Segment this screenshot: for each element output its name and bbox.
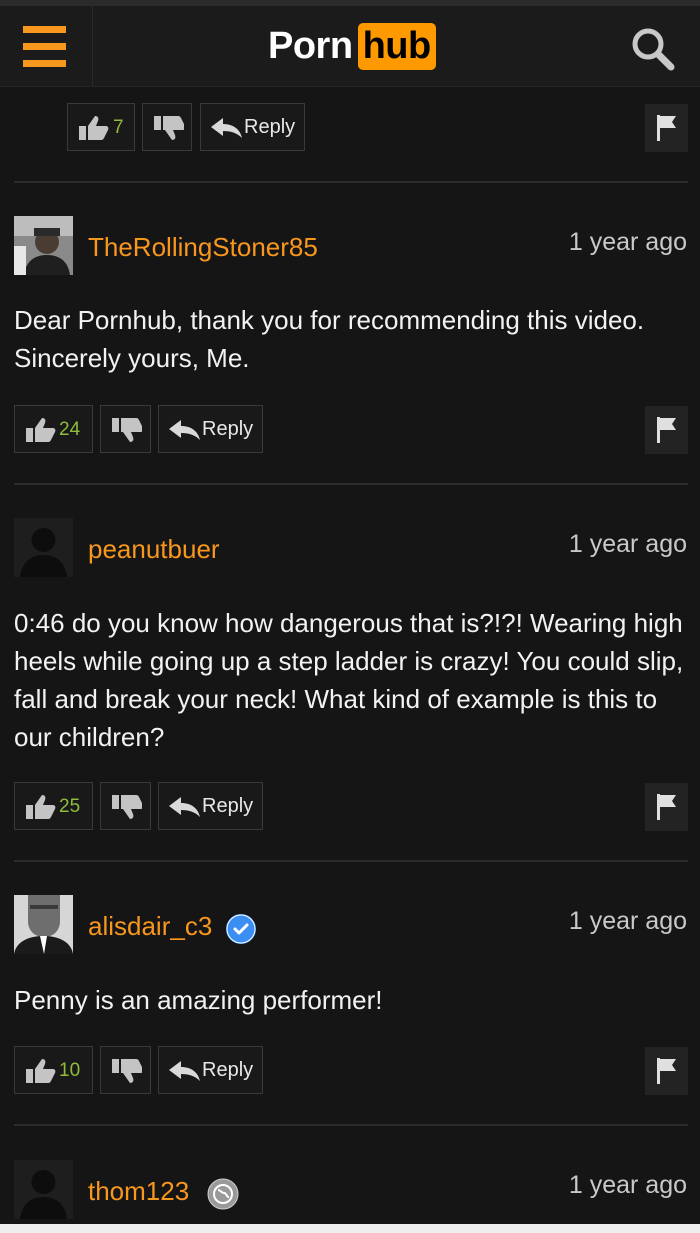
thumbs-down-icon: [112, 795, 142, 819]
reply-arrow-icon: [169, 797, 200, 817]
comment-timestamp: 1 year ago: [568, 907, 687, 935]
thumbs-down-icon: [112, 1059, 142, 1083]
reply-button[interactable]: Reply: [158, 405, 263, 453]
like-count: 25: [59, 796, 81, 817]
reply-button[interactable]: Reply: [200, 103, 305, 151]
reply-button[interactable]: Reply: [158, 1046, 263, 1094]
top-header: Porn hub: [0, 6, 700, 87]
avatar[interactable]: [14, 518, 73, 577]
flag-icon: [657, 794, 676, 820]
thumbs-up-icon: [79, 116, 109, 140]
comment-actions: 10 Reply: [14, 1046, 264, 1096]
flag-icon: [657, 1058, 676, 1084]
avatar[interactable]: [14, 895, 73, 954]
reply-label: Reply: [244, 116, 296, 138]
like-button[interactable]: 7: [67, 103, 135, 151]
flag-icon: [657, 115, 676, 141]
divider: [14, 483, 688, 485]
divider: [14, 860, 688, 862]
flag-button[interactable]: [645, 1047, 688, 1095]
search-icon: [632, 28, 675, 71]
flag-button[interactable]: [645, 104, 688, 152]
reply-arrow-icon: [169, 420, 200, 440]
reply-label: Reply: [202, 418, 254, 440]
comment-actions: 7 Reply: [67, 103, 307, 153]
comment-actions: 24 Reply: [14, 405, 264, 455]
like-count: 10: [59, 1060, 81, 1081]
comment-timestamp: 1 year ago: [568, 228, 687, 256]
reply-arrow-icon: [169, 1061, 200, 1081]
reply-arrow-icon: [211, 118, 242, 138]
comment-body: Dear Pornhub, thank you for recommending…: [14, 305, 645, 373]
dislike-button[interactable]: [142, 103, 192, 151]
comment-username[interactable]: thom123: [88, 1176, 189, 1207]
comment-username[interactable]: alisdair_c3: [88, 911, 212, 942]
globe-badge-icon: [207, 1178, 239, 1210]
comment-body: Penny is an amazing performer!: [14, 985, 383, 1015]
divider: [14, 1124, 688, 1126]
logo-text-left: Porn: [268, 24, 353, 67]
thumbs-down-icon: [154, 116, 184, 140]
thumbs-up-icon: [26, 1059, 56, 1083]
avatar[interactable]: [14, 1160, 73, 1219]
logo-text-right: hub: [357, 22, 436, 70]
reply-button[interactable]: Reply: [158, 782, 263, 830]
flag-button[interactable]: [645, 406, 688, 454]
reply-label: Reply: [202, 795, 254, 817]
bottom-edge: [0, 1224, 700, 1233]
thumbs-up-icon: [26, 795, 56, 819]
comment-username[interactable]: peanutbuer: [88, 534, 220, 565]
reply-label: Reply: [202, 1059, 254, 1081]
divider: [14, 181, 688, 183]
search-button[interactable]: [628, 24, 678, 74]
like-count: 24: [59, 419, 81, 440]
comment-actions: 25 Reply: [14, 782, 264, 832]
dislike-button[interactable]: [100, 782, 151, 830]
like-button[interactable]: 25: [14, 782, 93, 830]
comment-body: 0:46 do you know how dangerous that is?!…: [14, 608, 684, 752]
dislike-button[interactable]: [100, 1046, 151, 1094]
like-button[interactable]: 24: [14, 405, 93, 453]
like-button[interactable]: 10: [14, 1046, 93, 1094]
like-count: 7: [113, 117, 124, 138]
flag-button[interactable]: [645, 783, 688, 831]
thumbs-up-icon: [26, 418, 56, 442]
verified-badge-icon: [226, 914, 256, 944]
menu-button[interactable]: [0, 6, 93, 86]
dislike-button[interactable]: [100, 405, 151, 453]
comment-timestamp: 1 year ago: [568, 1171, 687, 1199]
site-logo[interactable]: Porn hub: [268, 21, 436, 71]
thumbs-down-icon: [112, 418, 142, 442]
comment-username[interactable]: TheRollingStoner85: [88, 232, 318, 263]
avatar[interactable]: [14, 216, 73, 275]
comment-timestamp: 1 year ago: [568, 530, 687, 558]
flag-icon: [657, 417, 676, 443]
